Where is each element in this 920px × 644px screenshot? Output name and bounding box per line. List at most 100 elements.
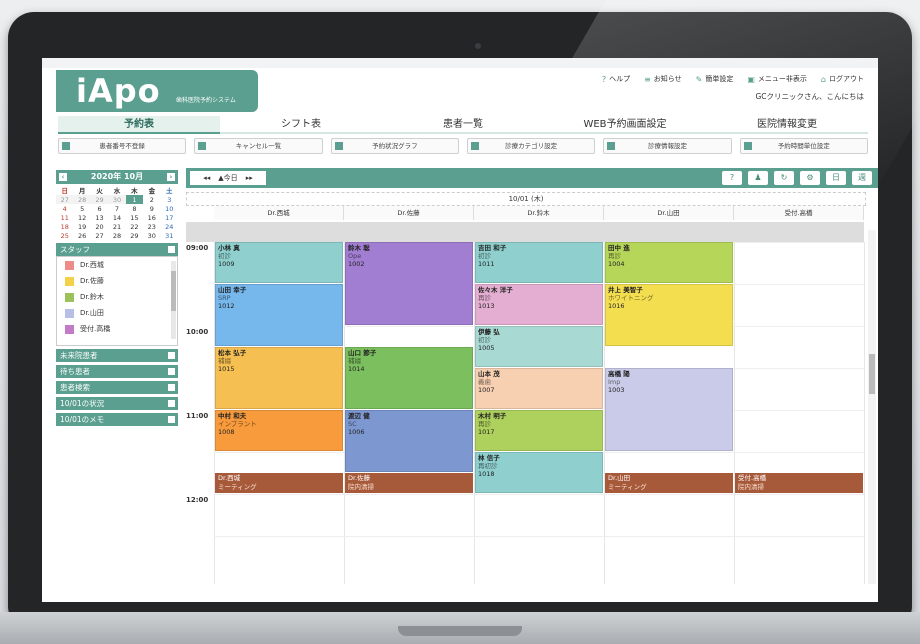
- appointment-block[interactable]: 山本 茂義歯 1007: [475, 368, 603, 409]
- week-view-button[interactable]: 週: [852, 171, 872, 185]
- meeting-block[interactable]: Dr.佐藤 院内清掃: [345, 473, 473, 493]
- calendar-day[interactable]: 3: [161, 195, 178, 204]
- tab-patients[interactable]: 患者一覧: [382, 116, 544, 134]
- appointment-block[interactable]: 渡辺 健 SC 1006: [345, 410, 473, 472]
- meeting-block[interactable]: Dr.山田 ミーティング: [605, 473, 733, 493]
- help-icon[interactable]: ?: [722, 171, 742, 185]
- calendar-day[interactable]: 31: [161, 231, 178, 240]
- calendar-day[interactable]: 20: [91, 222, 108, 231]
- sub-button-category[interactable]: 診療カテゴリ設定: [466, 138, 596, 154]
- calendar-day[interactable]: 25: [56, 231, 73, 240]
- staff-scrollbar[interactable]: [171, 261, 176, 339]
- appointment-block[interactable]: 吉田 和子 初診 1011: [475, 242, 603, 283]
- calendar-day[interactable]: 18: [56, 222, 73, 231]
- sub-button-cancel-list[interactable]: キャンセル一覧: [194, 138, 323, 154]
- appointment-block[interactable]: 小林 真初診 1009: [215, 242, 343, 283]
- calendar-day[interactable]: 26: [73, 231, 90, 240]
- sub-button-time-unit[interactable]: 予約時間単位設定: [739, 138, 868, 154]
- staff-item[interactable]: 受付.高橋: [57, 321, 177, 337]
- next-month-icon[interactable]: ›: [167, 173, 175, 181]
- appointment-block[interactable]: 中村 和夫 インプラント 1008: [215, 410, 343, 451]
- hide-menu-link[interactable]: ▣ メニュー非表示: [747, 74, 807, 84]
- calendar-day[interactable]: 15: [126, 213, 143, 222]
- calendar-day[interactable]: 23: [143, 222, 160, 231]
- calendar-day[interactable]: 5: [73, 204, 90, 213]
- calendar-day[interactable]: 21: [108, 222, 125, 231]
- staff-item[interactable]: Dr.西城: [57, 257, 177, 273]
- logout-link[interactable]: ⌂ ログアウト: [821, 74, 864, 84]
- appointment-block[interactable]: 木村 明子 再診 1017: [475, 410, 603, 451]
- staff-item[interactable]: Dr.山田: [57, 305, 177, 321]
- appointment-block[interactable]: 伊藤 弘初診 1005: [475, 326, 603, 367]
- calendar-day[interactable]: 2: [143, 195, 160, 204]
- calendar-day[interactable]: 28: [108, 231, 125, 240]
- prev-month-icon[interactable]: ‹: [59, 173, 67, 181]
- side-panel-header[interactable]: 未来院患者: [56, 349, 178, 362]
- calendar-day[interactable]: 30: [143, 231, 160, 240]
- calendar-day[interactable]: 27: [56, 195, 74, 204]
- calendar-day[interactable]: 13: [91, 213, 108, 222]
- meeting-block[interactable]: Dr.西城 ミーティング: [215, 473, 343, 493]
- prev-day-button[interactable]: ◂◂: [203, 171, 210, 185]
- easy-settings-link[interactable]: ✎ 簡単設定: [696, 74, 734, 84]
- appointment-block[interactable]: 山口 節子 補綴 1014: [345, 347, 473, 409]
- gear-icon[interactable]: ⚙: [800, 171, 820, 185]
- sub-button-info[interactable]: 診療情報設定: [603, 138, 732, 154]
- sub-button-unregistered[interactable]: 患者番号不登録: [58, 138, 187, 154]
- calendar-day[interactable]: 4: [56, 204, 73, 213]
- tab-shift[interactable]: シフト表: [220, 116, 382, 134]
- calendar-day[interactable]: 11: [56, 213, 73, 222]
- day-view-button[interactable]: 日: [826, 171, 846, 185]
- staff-item[interactable]: Dr.鈴木: [57, 289, 177, 305]
- calendar-day[interactable]: 8: [126, 204, 143, 213]
- next-day-button[interactable]: ▸▸: [246, 171, 253, 185]
- appointment-block[interactable]: 鈴木 聡 Ope 1002: [345, 242, 473, 325]
- expand-icon[interactable]: [168, 352, 175, 359]
- calendar-day[interactable]: 28: [73, 195, 91, 204]
- calendar-day[interactable]: 12: [73, 213, 90, 222]
- calendar-day[interactable]: 30: [108, 195, 126, 204]
- calendar-day[interactable]: 6: [91, 204, 108, 213]
- appointment-block[interactable]: 松本 弘子 補綴 1015: [215, 347, 343, 409]
- calendar-day[interactable]: 16: [143, 213, 160, 222]
- calendar-day[interactable]: 19: [73, 222, 90, 231]
- appointment-block[interactable]: 高橋 陽 Imp 1003: [605, 368, 733, 451]
- calendar-day[interactable]: 14: [108, 213, 125, 222]
- meeting-block[interactable]: 受付.高橋 院内清掃: [735, 473, 863, 493]
- calendar-day[interactable]: 17: [161, 213, 178, 222]
- calendar-day[interactable]: 29: [126, 231, 143, 240]
- calendar-day[interactable]: 10: [161, 204, 178, 213]
- calendar-day[interactable]: 22: [126, 222, 143, 231]
- appointment-block[interactable]: 佐々木 洋子 再診 1013: [475, 284, 603, 325]
- news-link[interactable]: ≡ お知らせ: [644, 74, 682, 84]
- calendar-day[interactable]: 7: [108, 204, 125, 213]
- today-button[interactable]: ▲今日: [218, 171, 237, 185]
- logo[interactable]: iApo 歯科医院予約システム: [56, 70, 258, 112]
- expand-icon[interactable]: [168, 400, 175, 407]
- calendar-day[interactable]: 27: [91, 231, 108, 240]
- staff-panel-header[interactable]: スタッフ: [56, 243, 178, 256]
- expand-icon[interactable]: [168, 416, 175, 423]
- calendar-day[interactable]: 9: [143, 204, 160, 213]
- sub-button-graph[interactable]: 予約状況グラフ: [330, 138, 459, 154]
- expand-icon[interactable]: [168, 384, 175, 391]
- help-link[interactable]: ? ヘルプ: [602, 74, 630, 84]
- expand-icon[interactable]: [168, 368, 175, 375]
- appointment-block[interactable]: 田中 進再診 1004: [605, 242, 733, 283]
- schedule-scrollbar[interactable]: [868, 230, 876, 584]
- side-panel-header[interactable]: 10/01の状況: [56, 397, 178, 410]
- tab-clinic-info[interactable]: 医院情報変更: [706, 116, 868, 134]
- tab-appointments[interactable]: 予約表: [58, 116, 220, 134]
- tab-web-settings[interactable]: WEB予約画面設定: [544, 116, 706, 134]
- staff-item[interactable]: Dr.佐藤: [57, 273, 177, 289]
- print-icon[interactable]: ♟: [748, 171, 768, 185]
- appointment-block[interactable]: 山田 幸子 SRP 1012: [215, 284, 343, 346]
- appointment-block[interactable]: 林 信子 再初診 1018: [475, 452, 603, 493]
- side-panel-header[interactable]: 待ち患者: [56, 365, 178, 378]
- side-panel-header[interactable]: 10/01のメモ: [56, 413, 178, 426]
- calendar-day[interactable]: 29: [90, 195, 109, 204]
- appointment-block[interactable]: 井上 美智子 ホワイトニング 1016: [605, 284, 733, 346]
- calendar-day[interactable]: 1: [125, 195, 144, 204]
- calendar-day[interactable]: 24: [161, 222, 178, 231]
- collapse-icon[interactable]: [168, 246, 175, 253]
